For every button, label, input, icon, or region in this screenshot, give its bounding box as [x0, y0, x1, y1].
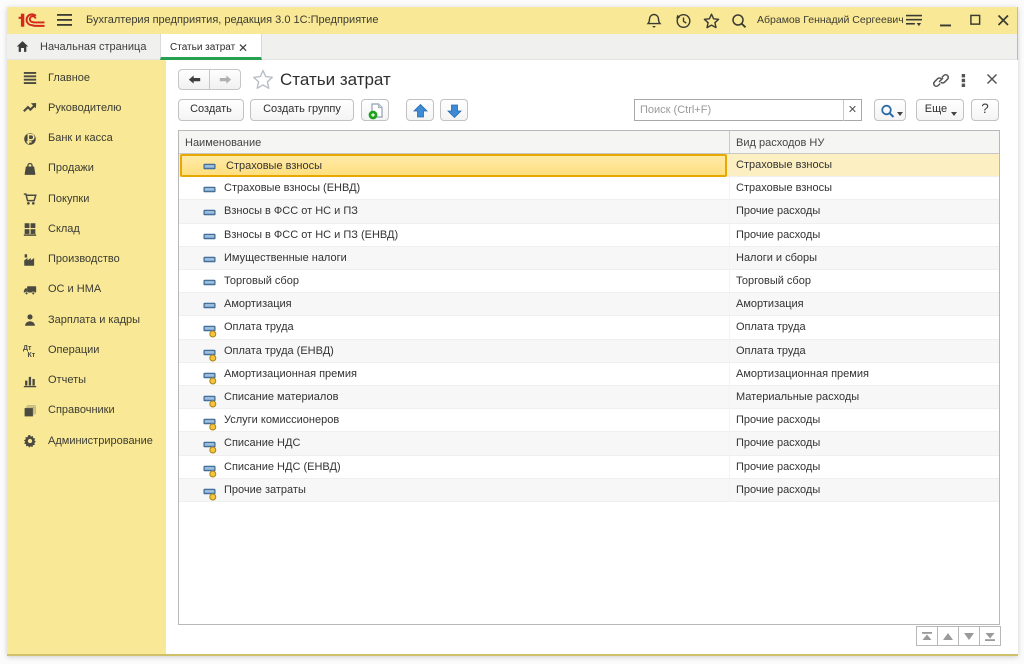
svg-text:Дт: Дт — [23, 345, 32, 352]
svg-text:Кт: Кт — [28, 352, 36, 357]
